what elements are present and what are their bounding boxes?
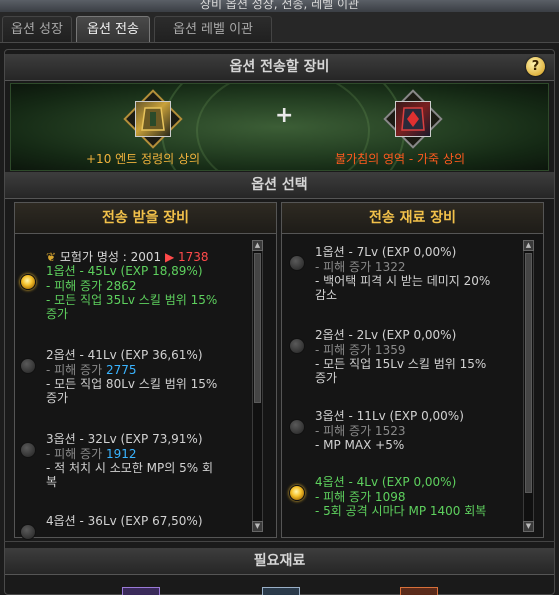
option-detail-text: 복 — [46, 475, 58, 489]
option-detail-text: 증가 — [46, 307, 69, 321]
window-title-bar: 장비 옵션 성장, 전송, 레벨 이관 — [0, 0, 559, 12]
material-slot[interactable] — [262, 587, 300, 595]
option-header: 4옵션 - 4Lv (EXP 0,00%) — [315, 475, 457, 489]
option-detail-line: - 피해 증가 1359 — [315, 343, 405, 357]
rank-value: 1738 — [178, 250, 209, 264]
tab-option-growth[interactable]: 옵션 성장 — [2, 16, 72, 42]
option-detail-line: 증가 — [46, 391, 68, 405]
option-radio[interactable] — [289, 338, 305, 354]
option-header: 1옵션 - 45Lv (EXP 18,89%) — [46, 264, 203, 278]
option-detail-text: 증가 — [315, 371, 338, 385]
option-detail-line: - 피해 증가 1523 — [315, 424, 405, 438]
option-detail-line: - 피해 증가 2862 — [46, 279, 136, 293]
option-detail-text: - MP MAX +5% — [315, 438, 405, 452]
option-detail-line: - 5회 공격 시마다 MP 1400 회복 — [315, 504, 486, 518]
option-radio[interactable] — [20, 442, 36, 458]
option-detail-line: - 적 처치 시 소모한 MP의 5% 회 — [46, 461, 213, 475]
option-header: 3옵션 - 11Lv (EXP 0,00%) — [315, 409, 464, 423]
option-detail-text: - 피해 증가 1098 — [315, 490, 406, 504]
option-detail-text: - 피해 증가 — [46, 447, 106, 461]
rank-label: 모험가 명성 : 2001 — [59, 250, 162, 264]
scroll-up-icon[interactable]: ▲ — [523, 240, 534, 251]
option-detail-line: - 모든 직업 15Lv 스킬 범위 15% — [315, 357, 486, 371]
adventurer-rank: ❦ 모험가 명성 : 2001 ▶ 1738 — [46, 248, 209, 265]
receive-panel-title: 전송 받을 장비 — [15, 203, 276, 234]
scroll-up-icon[interactable]: ▲ — [252, 240, 263, 251]
option-detail-text: - 피해 증가 1523 — [315, 424, 406, 438]
target-armor-icon — [395, 101, 431, 137]
option-radio[interactable] — [20, 524, 36, 540]
option-detail-text: - 적 처치 시 소모한 MP의 5% 회 — [46, 461, 214, 475]
option-header: 3옵션 - 32Lv (EXP 73,91%) — [46, 432, 203, 446]
required-materials-header: 필요재료 — [5, 548, 554, 575]
option-section-header: 옵션 선택 — [5, 172, 554, 199]
option-detail-line: - 피해 증가 1912 — [46, 447, 136, 461]
option-detail-text: - 피해 증가 1359 — [315, 343, 406, 357]
source-item-name: +10 엔트 정령의 상의 — [86, 152, 201, 166]
rank-arrow-icon: ▶ — [164, 250, 175, 264]
option-detail-text: 증가 — [46, 391, 69, 405]
target-item-name: 불가침의 영역 - 가죽 상의 — [335, 152, 465, 166]
damage-value: 1912 — [105, 447, 137, 461]
option-detail-text: - 피해 증가 1322 — [315, 260, 406, 274]
option-detail-line: 증가 — [46, 307, 68, 321]
plus-icon: + — [275, 103, 294, 128]
option-header: 2옵션 - 41Lv (EXP 36,61%) — [46, 348, 203, 362]
option-header: 1옵션 - 7Lv (EXP 0,00%) — [315, 245, 457, 259]
tab-bar: 옵션 성장 옵션 전송 옵션 레벨 이관 — [0, 12, 559, 43]
source-armor-icon — [135, 101, 171, 137]
material-panel-title: 전송 재료 장비 — [282, 203, 543, 234]
damage-value: 2862 — [105, 279, 137, 293]
option-detail-line: - MP MAX +5% — [315, 438, 404, 452]
option-detail-line: 감소 — [315, 288, 337, 302]
window-title: 장비 옵션 성장, 전송, 레벨 이관 — [199, 0, 360, 11]
option-detail-text: - 모든 직업 80Lv 스킬 범위 15% — [46, 377, 218, 391]
option-detail-text: - 피해 증가 — [46, 279, 106, 293]
option-detail-line: - 백어택 피격 시 받는 데미지 20% — [315, 274, 490, 288]
transfer-section-header: 옵션 전송할 장비 — [5, 54, 554, 81]
option-detail-text: - 백어택 피격 시 받는 데미지 20% — [315, 274, 491, 288]
option-detail-line: - 모든 직업 80Lv 스킬 범위 15% — [46, 377, 217, 391]
option-detail-line: 증가 — [315, 371, 337, 385]
tab-option-level-transfer[interactable]: 옵션 레벨 이관 — [154, 16, 272, 42]
option-radio-selected[interactable] — [20, 274, 36, 290]
option-radio[interactable] — [289, 419, 305, 435]
option-detail-text: - 모든 직업 35Lv 스킬 범위 15% — [46, 293, 218, 307]
option-radio-selected[interactable] — [289, 485, 305, 501]
option-detail-text: - 모든 직업 15Lv 스킬 범위 15% — [315, 357, 487, 371]
damage-value: 2775 — [105, 363, 137, 377]
option-radio[interactable] — [289, 255, 305, 271]
option-detail-line: 복 — [46, 475, 57, 489]
option-detail-line: - 피해 증가 1322 — [315, 260, 405, 274]
scroll-thumb[interactable] — [254, 253, 261, 403]
help-icon[interactable]: ? — [526, 57, 545, 76]
scroll-down-icon[interactable]: ▼ — [252, 521, 263, 532]
scroll-thumb[interactable] — [525, 253, 532, 493]
option-detail-text: - 5회 공격 시마다 MP 1400 회복 — [315, 504, 487, 518]
option-radio[interactable] — [20, 358, 36, 374]
option-detail-text: - 피해 증가 — [46, 363, 106, 377]
option-header: 2옵션 - 2Lv (EXP 0,00%) — [315, 328, 457, 342]
tab-option-transfer[interactable]: 옵션 전송 — [76, 16, 150, 42]
option-detail-text: 감소 — [315, 288, 338, 302]
material-slot[interactable] — [122, 587, 160, 595]
option-header: 4옵션 - 36Lv (EXP 67,50%) — [46, 514, 203, 528]
option-detail-line: - 피해 증가 1098 — [315, 490, 405, 504]
option-detail-line: - 피해 증가 2775 — [46, 363, 136, 377]
receive-scrollbar[interactable]: ▲ ▼ — [252, 240, 263, 532]
rank-emblem-icon: ❦ — [46, 250, 57, 264]
material-slot[interactable] — [400, 587, 438, 595]
material-scrollbar[interactable]: ▲ ▼ — [523, 240, 534, 532]
divider — [4, 541, 555, 542]
scroll-down-icon[interactable]: ▼ — [523, 521, 534, 532]
option-detail-line: - 모든 직업 35Lv 스킬 범위 15% — [46, 293, 217, 307]
